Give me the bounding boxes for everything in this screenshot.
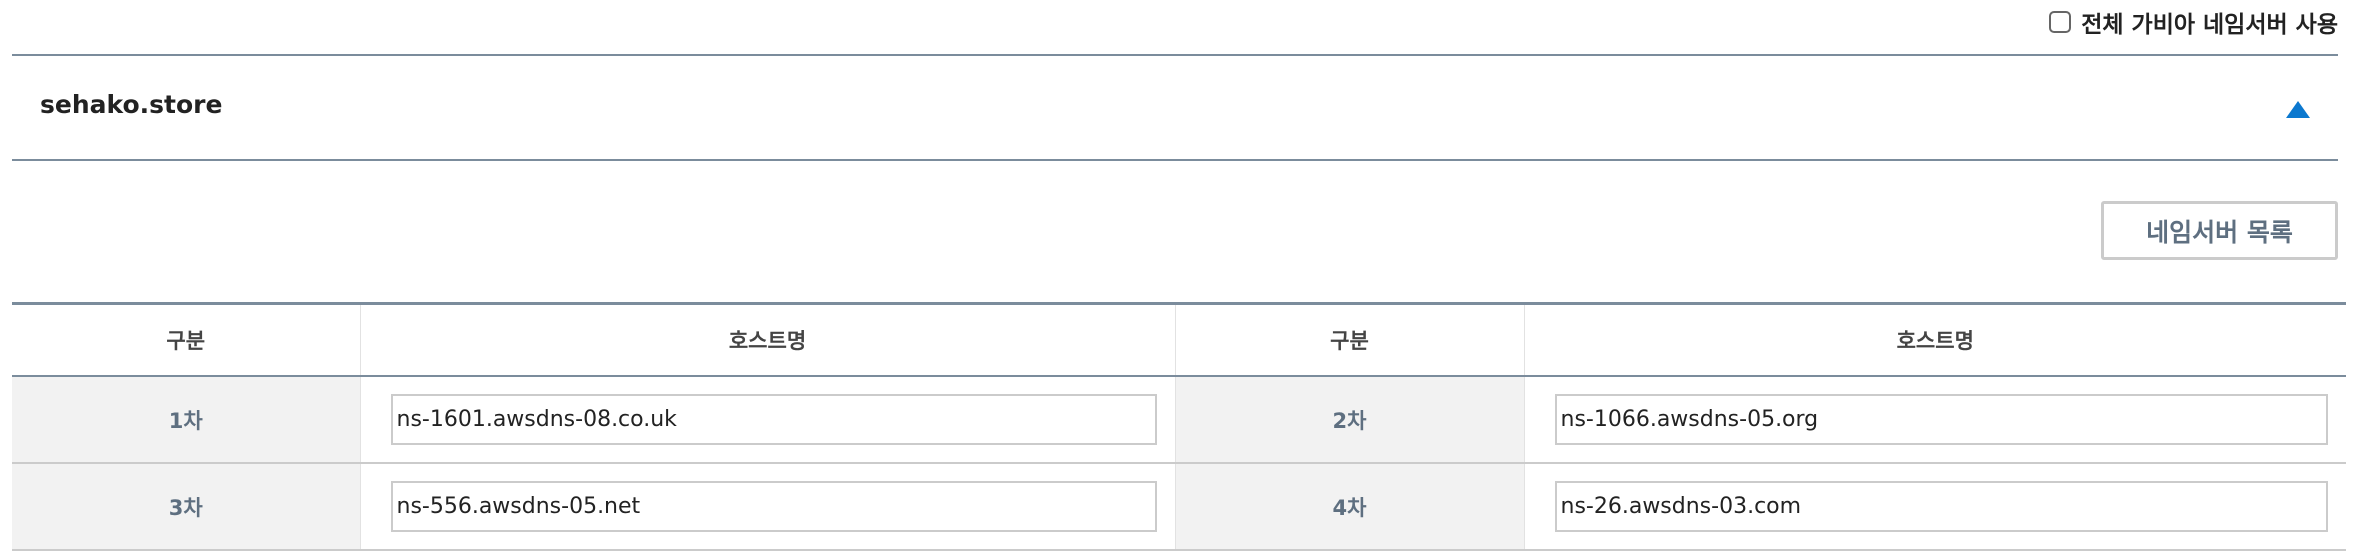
column-header-hostname: 호스트명 bbox=[359, 303, 1175, 377]
nameserver-1-input[interactable] bbox=[390, 394, 1157, 445]
column-header-hostname: 호스트명 bbox=[1523, 303, 2346, 377]
nameserver-2-input[interactable] bbox=[1554, 394, 2328, 445]
ns-order-label: 4차 bbox=[1174, 463, 1524, 551]
domain-title: sehako.store bbox=[40, 90, 223, 119]
table-row: 1차 2차 bbox=[12, 376, 2346, 464]
table-row: 3차 4차 bbox=[12, 463, 2346, 551]
nameserver-3-input[interactable] bbox=[390, 481, 1157, 532]
column-header-type: 구분 bbox=[1174, 303, 1524, 377]
ns-order-label: 3차 bbox=[12, 463, 360, 551]
nameserver-4-input[interactable] bbox=[1554, 481, 2328, 532]
divider bbox=[12, 159, 2338, 161]
nameserver-list-button[interactable]: 네임서버 목록 bbox=[2101, 201, 2338, 260]
table-header-row: 구분 호스트명 구분 호스트명 bbox=[12, 303, 2346, 377]
use-all-gabia-nameservers[interactable]: 전체 가비아 네임서버 사용 bbox=[2049, 4, 2338, 40]
use-all-gabia-nameservers-label: 전체 가비아 네임서버 사용 bbox=[2081, 12, 2338, 38]
nameserver-table: 구분 호스트명 구분 호스트명 1차 2차 3차 4차 bbox=[12, 302, 2346, 551]
ns-order-label: 1차 bbox=[12, 376, 360, 464]
divider bbox=[12, 54, 2338, 56]
use-all-gabia-nameservers-checkbox[interactable] bbox=[2049, 11, 2072, 33]
triangle-up-icon[interactable] bbox=[2286, 101, 2310, 118]
column-header-type: 구분 bbox=[12, 303, 360, 377]
ns-order-label: 2차 bbox=[1174, 376, 1524, 464]
